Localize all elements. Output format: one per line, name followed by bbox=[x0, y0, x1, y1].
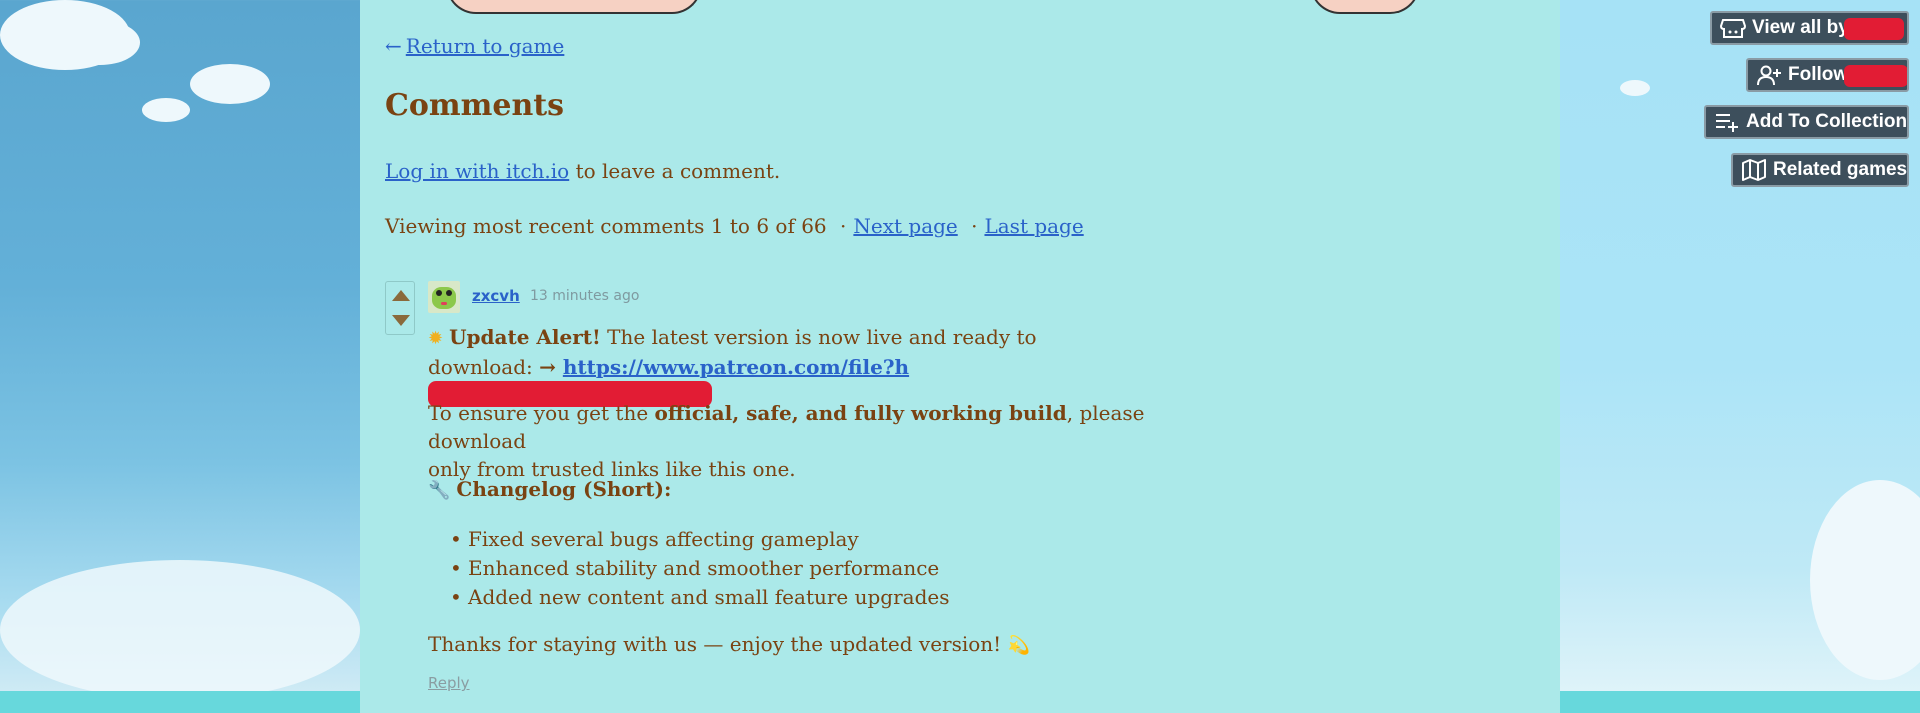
list-item: Enhanced stability and smoother performa… bbox=[450, 554, 949, 583]
redaction-bar bbox=[1844, 65, 1907, 87]
separator: · bbox=[971, 214, 978, 238]
para2-bold: official, safe, and fully working build bbox=[654, 401, 1067, 425]
sun-icon: ✹ bbox=[428, 328, 444, 349]
wrench-icon: 🔧 bbox=[428, 480, 451, 501]
viewing-text: Viewing most recent comments 1 to 6 of 6… bbox=[385, 214, 827, 238]
add-to-collection-label: Add To Collection bbox=[1746, 111, 1908, 132]
add-to-list-icon bbox=[1716, 114, 1738, 132]
return-to-game-label: Return to game bbox=[405, 34, 565, 58]
next-page-link[interactable]: Next page bbox=[853, 214, 957, 238]
login-suffix: to leave a comment. bbox=[569, 159, 781, 183]
para2-pre: To ensure you get the bbox=[428, 401, 655, 425]
comments-heading: Comments bbox=[385, 88, 565, 123]
reply-link[interactable]: Reply bbox=[428, 674, 470, 692]
avatar-mouth bbox=[441, 302, 447, 305]
add-to-collection-button[interactable]: Add To Collection bbox=[1704, 105, 1909, 139]
login-link[interactable]: Log in with itch.io bbox=[385, 159, 569, 183]
comments-column: ← Return to game Comments Log in with itc… bbox=[360, 0, 1560, 713]
cloud bbox=[60, 20, 140, 65]
cloud bbox=[1620, 80, 1650, 96]
banner-shape bbox=[446, 0, 702, 14]
last-page-link[interactable]: Last page bbox=[984, 214, 1083, 238]
map-icon bbox=[1742, 159, 1766, 181]
comment-thanks: Thanks for staying with us — enjoy the u… bbox=[428, 630, 1188, 660]
related-games-button[interactable]: Related games bbox=[1731, 153, 1909, 187]
vote-box bbox=[385, 281, 415, 335]
downvote-button[interactable] bbox=[392, 315, 410, 326]
cloud bbox=[142, 98, 190, 122]
upvote-button[interactable] bbox=[392, 290, 410, 301]
alert-title: Update Alert! bbox=[449, 325, 601, 349]
alert-text-2: download: bbox=[428, 355, 540, 379]
cloud bbox=[0, 560, 360, 700]
banner-shape bbox=[1310, 0, 1420, 14]
list-item: Added new content and small feature upgr… bbox=[450, 583, 950, 612]
list-item: Fixed several bugs affecting gameplay bbox=[450, 525, 949, 554]
changelog-heading: 🔧 Changelog (Short): bbox=[428, 475, 1188, 505]
separator: · bbox=[840, 214, 847, 238]
return-to-game-link[interactable]: ← Return to game bbox=[385, 34, 564, 58]
changelog-list: Fixed several bugs affecting gameplay En… bbox=[450, 525, 950, 612]
redaction-bar bbox=[1844, 18, 1904, 40]
comment-paragraph-1: ✹ Update Alert! The latest version is now… bbox=[428, 323, 1188, 410]
game-banner-art bbox=[360, 0, 1560, 16]
changelog-title: Changelog (Short): bbox=[456, 477, 672, 501]
left-arrow-icon: ← bbox=[385, 34, 402, 58]
pagination-info: Viewing most recent comments 1 to 6 of 6… bbox=[385, 214, 1084, 238]
comment-paragraph-2: To ensure you get the official, safe, an… bbox=[428, 399, 1188, 483]
comment-timestamp: 13 minutes ago bbox=[530, 288, 640, 304]
avatar[interactable] bbox=[428, 281, 460, 313]
thanks-text: Thanks for staying with us — enjoy the u… bbox=[428, 632, 1008, 656]
view-all-label: View all by bbox=[1752, 17, 1849, 38]
login-prompt: Log in with itch.io to leave a comment. bbox=[385, 159, 780, 183]
comment-username[interactable]: zxcvh bbox=[472, 287, 520, 305]
itchio-icon bbox=[1720, 19, 1746, 38]
avatar-eye bbox=[446, 290, 452, 296]
follow-label: Follow bbox=[1788, 64, 1849, 85]
view-all-by-button[interactable]: View all by bbox=[1710, 11, 1909, 45]
avatar-eye bbox=[436, 290, 442, 296]
patreon-link[interactable]: https://www.patreon.com/file?h bbox=[563, 355, 909, 379]
follow-button[interactable]: Follow bbox=[1746, 58, 1909, 92]
alert-text-1: The latest version is now live and ready… bbox=[600, 325, 1037, 349]
add-user-icon bbox=[1757, 65, 1781, 86]
dizzy-icon: 💫 bbox=[1007, 635, 1031, 656]
related-games-label: Related games bbox=[1773, 159, 1908, 180]
arrow-text: → bbox=[539, 355, 563, 379]
cloud bbox=[190, 64, 270, 104]
